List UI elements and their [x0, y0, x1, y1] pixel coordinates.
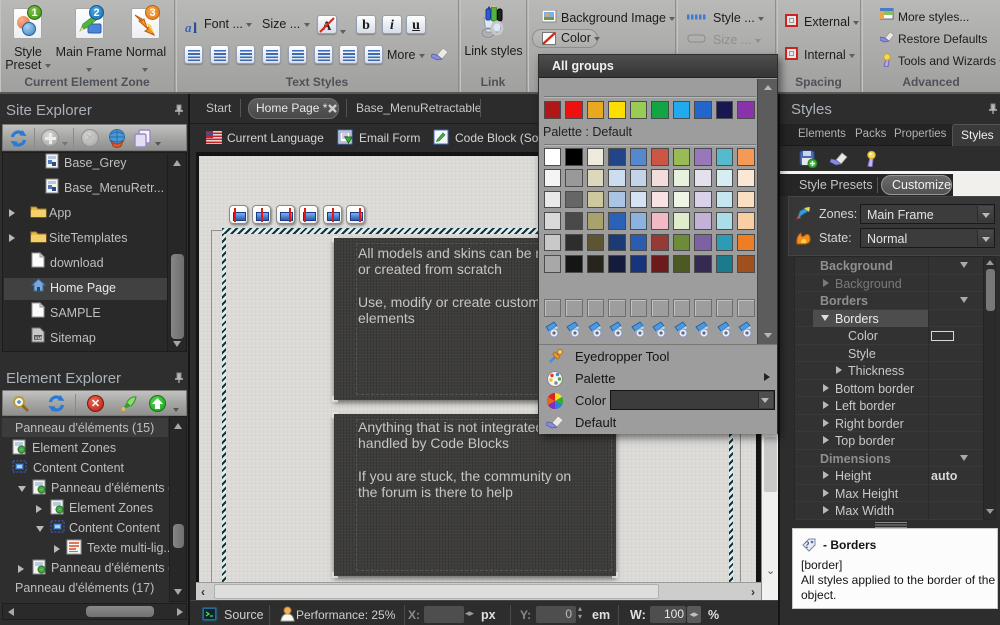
svg-text:a: a	[185, 20, 192, 34]
svg-text:l: l	[193, 21, 197, 34]
svg-text:?: ?	[805, 540, 810, 550]
svg-text:XML: XML	[35, 336, 45, 341]
